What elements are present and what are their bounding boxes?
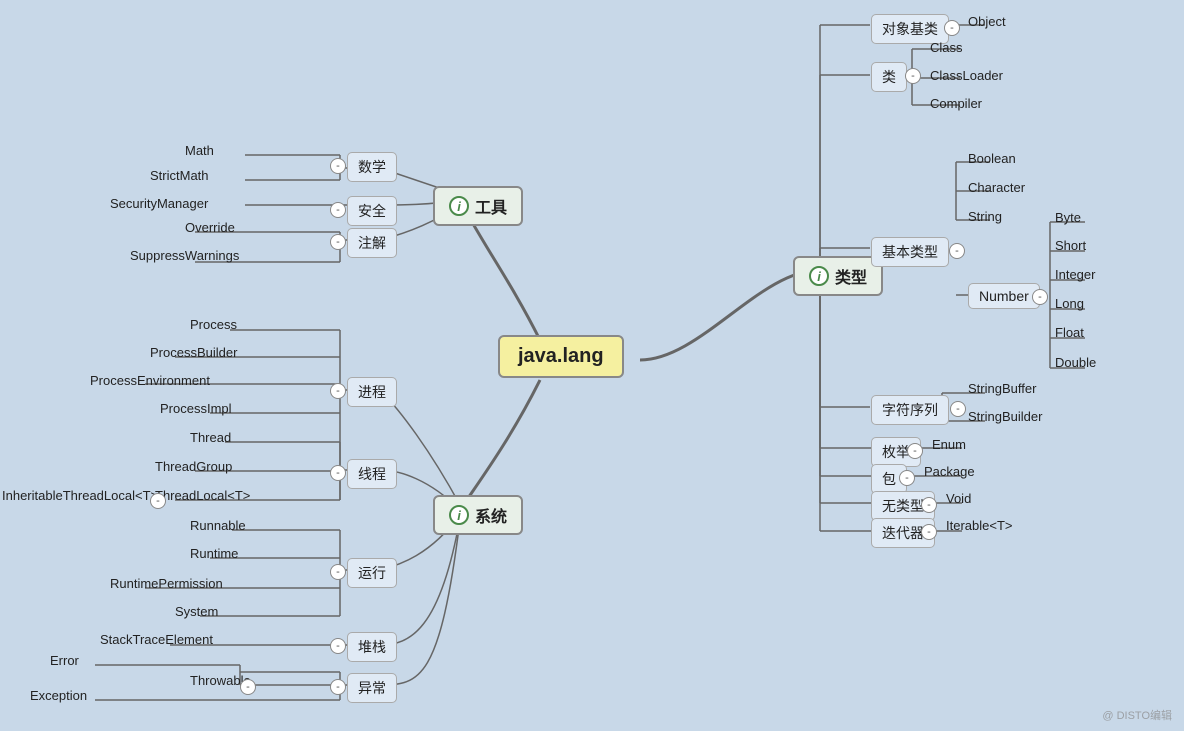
long-leaf: Long bbox=[1055, 296, 1084, 311]
basic-type-node[interactable]: 基本类型 bbox=[871, 237, 949, 267]
double-leaf: Double bbox=[1055, 355, 1096, 370]
security-group-node[interactable]: 安全 bbox=[347, 196, 397, 226]
center-label: java.lang bbox=[518, 345, 604, 367]
package-leaf: Package bbox=[924, 464, 975, 479]
thread-group-label: 线程 bbox=[358, 466, 386, 482]
right-main-node[interactable]: i 类型 bbox=[793, 256, 883, 296]
processbuilder-leaf: ProcessBuilder bbox=[150, 345, 237, 360]
thread-minus[interactable]: - bbox=[330, 463, 346, 481]
enum-label: 枚举 bbox=[882, 444, 910, 460]
string-seq-node[interactable]: 字符序列 bbox=[871, 395, 949, 425]
runtime-minus[interactable]: - bbox=[330, 562, 346, 580]
object-leaf: Object bbox=[968, 14, 1006, 29]
class-leaf: Class bbox=[930, 40, 963, 55]
process-leaf: Process bbox=[190, 317, 237, 332]
math-minus[interactable]: - bbox=[330, 156, 346, 174]
compiler-leaf: Compiler bbox=[930, 96, 982, 111]
short-leaf: Short bbox=[1055, 238, 1086, 253]
annotation-minus[interactable]: - bbox=[330, 232, 346, 250]
void-leaf: Void bbox=[946, 491, 971, 506]
left-main-2-label: 系统 bbox=[475, 503, 507, 527]
number-label: Number bbox=[979, 288, 1029, 304]
enum-leaf: Enum bbox=[932, 437, 966, 452]
center-node: java.lang bbox=[498, 335, 624, 378]
processimpl-leaf: ProcessImpl bbox=[160, 401, 232, 416]
annotation-group-label: 注解 bbox=[358, 235, 386, 251]
suppresswarnings-leaf: SuppressWarnings bbox=[130, 248, 239, 263]
runtime-leaf: Runtime bbox=[190, 546, 238, 561]
system-leaf: System bbox=[175, 604, 218, 619]
throwable-minus[interactable]: - bbox=[240, 677, 256, 695]
string-seq-label: 字符序列 bbox=[882, 402, 938, 418]
runtime-group-label: 运行 bbox=[358, 565, 386, 581]
exception-minus[interactable]: - bbox=[330, 677, 346, 695]
thread-group-node[interactable]: 线程 bbox=[347, 459, 397, 489]
basic-type-minus[interactable]: - bbox=[949, 241, 965, 259]
right-main-label: 类型 bbox=[835, 264, 867, 288]
obj-base-label: 对象基类 bbox=[882, 21, 938, 37]
math-group-node[interactable]: 数学 bbox=[347, 152, 397, 182]
error-leaf: Error bbox=[50, 653, 79, 668]
annotation-group-node[interactable]: 注解 bbox=[347, 228, 397, 258]
character-leaf: Character bbox=[968, 180, 1025, 195]
process-group-label: 进程 bbox=[358, 384, 386, 400]
integer-leaf: Integer bbox=[1055, 267, 1095, 282]
watermark: @ DISTO编辑 bbox=[1102, 707, 1172, 723]
class-parent-node[interactable]: 类 bbox=[871, 62, 907, 92]
inheritablethreadlocal-minus[interactable]: - bbox=[150, 491, 166, 509]
enum-minus[interactable]: - bbox=[907, 441, 923, 459]
info-icon: i bbox=[809, 266, 829, 286]
runtimepermission-leaf: RuntimePermission bbox=[110, 576, 223, 591]
float-leaf: Float bbox=[1055, 325, 1084, 340]
class-minus[interactable]: - bbox=[905, 66, 921, 84]
exception-leaf: Exception bbox=[30, 688, 87, 703]
processenvironment-leaf: ProcessEnvironment bbox=[90, 373, 210, 388]
info-icon-2: i bbox=[449, 196, 469, 216]
package-label: 包 bbox=[882, 471, 896, 487]
process-group-node[interactable]: 进程 bbox=[347, 377, 397, 407]
iterator-minus[interactable]: - bbox=[921, 522, 937, 540]
securitymanager-leaf: SecurityManager bbox=[110, 196, 208, 211]
iterable-leaf: Iterable<T> bbox=[946, 518, 1013, 533]
left-main-1-label: 工具 bbox=[475, 194, 507, 218]
thread-leaf: Thread bbox=[190, 430, 231, 445]
process-minus[interactable]: - bbox=[330, 381, 346, 399]
exception-group-node[interactable]: 异常 bbox=[347, 673, 397, 703]
math-leaf: Math bbox=[185, 143, 214, 158]
left-main-1-node[interactable]: i 工具 bbox=[433, 186, 523, 226]
basic-type-label: 基本类型 bbox=[882, 244, 938, 260]
void-minus[interactable]: - bbox=[921, 495, 937, 513]
override-leaf: Override bbox=[185, 220, 235, 235]
left-main-2-node[interactable]: i 系统 bbox=[433, 495, 523, 535]
math-group-label: 数学 bbox=[358, 159, 386, 175]
stringbuffer-leaf: StringBuffer bbox=[968, 381, 1036, 396]
stringbuilder-leaf: StringBuilder bbox=[968, 409, 1042, 424]
stacktraceelement-leaf: StackTraceElement bbox=[100, 632, 213, 647]
strictmath-leaf: StrictMath bbox=[150, 168, 209, 183]
iterator-label: 迭代器 bbox=[882, 525, 924, 541]
security-group-label: 安全 bbox=[358, 203, 386, 219]
number-node[interactable]: Number bbox=[968, 283, 1040, 309]
exception-group-label: 异常 bbox=[358, 680, 386, 696]
inheritablethreadlocal-leaf: InheritableThreadLocal<T> bbox=[2, 488, 158, 503]
stack-group-label: 堆栈 bbox=[358, 639, 386, 655]
package-minus[interactable]: - bbox=[899, 468, 915, 486]
stack-group-node[interactable]: 堆栈 bbox=[347, 632, 397, 662]
security-minus[interactable]: - bbox=[330, 200, 346, 218]
threadgroup-leaf: ThreadGroup bbox=[155, 459, 232, 474]
obj-base-minus[interactable]: - bbox=[944, 18, 960, 36]
stack-minus[interactable]: - bbox=[330, 636, 346, 654]
void-label: 无类型 bbox=[882, 498, 924, 514]
string-leaf: String bbox=[968, 209, 1002, 224]
runtime-group-node[interactable]: 运行 bbox=[347, 558, 397, 588]
runnable-leaf: Runnable bbox=[190, 518, 246, 533]
byte-leaf: Byte bbox=[1055, 210, 1081, 225]
class-parent-label: 类 bbox=[882, 69, 896, 85]
info-icon-3: i bbox=[449, 505, 469, 525]
threadlocal-leaf: ThreadLocal<T> bbox=[155, 488, 250, 503]
string-seq-minus[interactable]: - bbox=[950, 399, 966, 417]
boolean-leaf: Boolean bbox=[968, 151, 1016, 166]
number-minus[interactable]: - bbox=[1032, 287, 1048, 305]
classloader-leaf: ClassLoader bbox=[930, 68, 1003, 83]
